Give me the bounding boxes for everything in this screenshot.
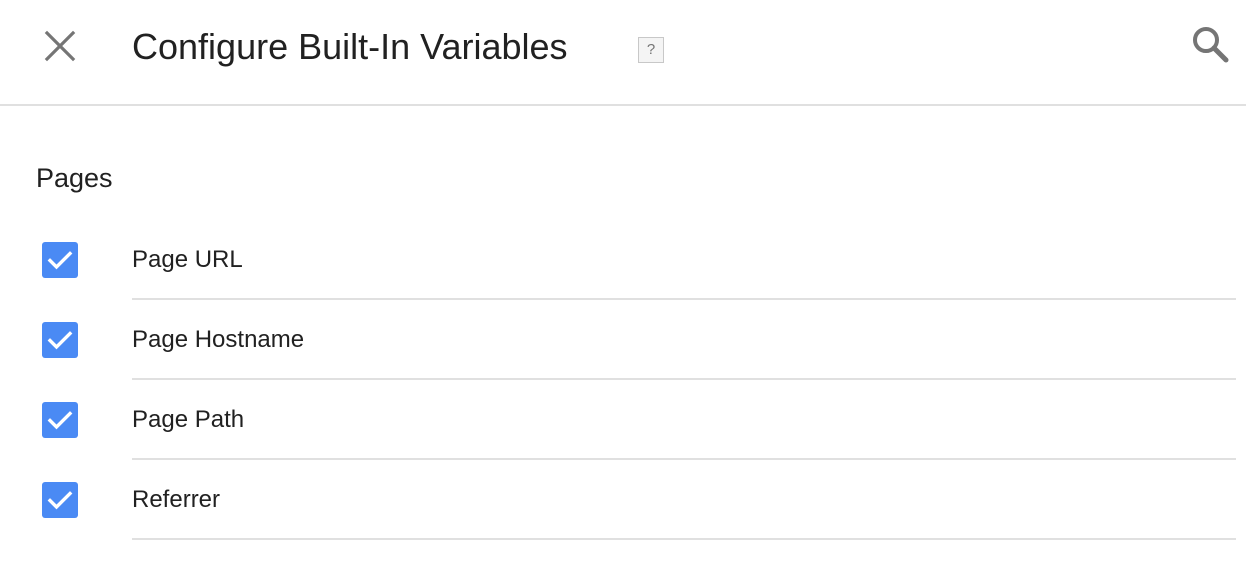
page-title: Configure Built-In Variables	[132, 26, 568, 67]
variable-label: Referrer	[132, 486, 221, 513]
variable-list: Page URL Page Hostname Page Path Referre…	[0, 220, 1246, 540]
close-button[interactable]	[40, 26, 80, 66]
checkbox-page-path[interactable]	[42, 402, 78, 438]
checkbox-referrer[interactable]	[42, 482, 78, 518]
variable-label: Page URL	[132, 246, 243, 273]
section-title: Pages	[36, 163, 113, 193]
checkmark-icon	[47, 411, 73, 430]
checkbox-page-hostname[interactable]	[42, 322, 78, 358]
list-item: Page Hostname	[0, 300, 1246, 380]
checkmark-icon	[47, 251, 73, 270]
list-item: Page URL	[0, 220, 1246, 300]
list-item: Page Path	[0, 380, 1246, 460]
checkmark-icon	[47, 331, 73, 350]
variable-label: Page Path	[132, 406, 245, 433]
divider	[132, 538, 1236, 540]
checkmark-icon	[47, 491, 73, 510]
variable-label: Page Hostname	[132, 326, 305, 353]
search-button[interactable]	[1190, 24, 1230, 64]
close-icon	[44, 30, 76, 62]
help-icon[interactable]: ?	[638, 37, 664, 63]
search-icon	[1193, 27, 1229, 63]
list-item: Referrer	[0, 460, 1246, 540]
dialog-header: Configure Built-In Variables ?	[0, 0, 1246, 106]
checkbox-page-url[interactable]	[42, 242, 78, 278]
